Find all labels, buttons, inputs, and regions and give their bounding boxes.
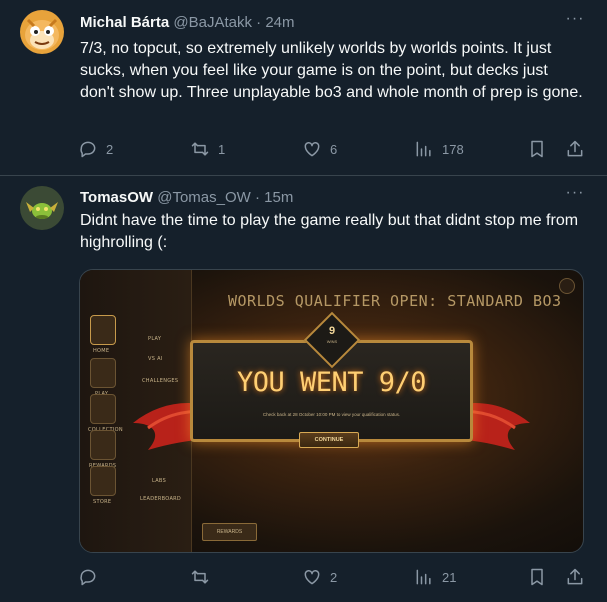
tweet-michal-barta[interactable]: Michal Bárta @BaJAtakk · 24m ··· 7/3, no… xyxy=(0,0,607,176)
tweet-media-image[interactable]: HOME PLAY COLLECTION REWARDS STORE PLAY … xyxy=(79,269,584,553)
creature-avatar-icon xyxy=(20,186,64,230)
bookmark-button[interactable] xyxy=(527,137,547,161)
rewards-button: REWARDS xyxy=(202,523,257,541)
game-side-home: HOME xyxy=(93,348,110,354)
bookmark-icon xyxy=(531,568,543,586)
repost-button[interactable]: 1 xyxy=(190,137,225,161)
game-rewards-icon xyxy=(90,430,116,460)
views-icon xyxy=(416,569,431,585)
share-button[interactable] xyxy=(565,565,585,589)
game-home-icon xyxy=(90,315,116,345)
game-store-icon xyxy=(90,466,116,496)
game-side-store: STORE xyxy=(93,499,112,505)
heart-icon xyxy=(304,141,320,157)
like-button[interactable]: 6 xyxy=(302,137,337,161)
repost-count: 1 xyxy=(218,141,226,157)
avatar[interactable] xyxy=(20,186,64,230)
game-menu-challenges: CHALLENGES xyxy=(142,378,179,384)
tweet-tomasow[interactable]: TomasOW @Tomas_OW · 15m ··· Didnt have t… xyxy=(0,176,607,602)
qualification-subtext: Check back at 28 October 10:00 PM to vie… xyxy=(262,412,401,417)
like-count: 6 xyxy=(330,141,338,157)
heart-icon xyxy=(304,569,320,585)
cartoon-face-avatar-icon xyxy=(20,10,64,54)
game-menu-play: PLAY xyxy=(148,336,162,342)
reply-button[interactable] xyxy=(78,565,106,589)
avatar[interactable] xyxy=(20,10,64,54)
tweet-actions: 2 1 6 178 xyxy=(78,137,588,161)
author-name[interactable]: TomasOW xyxy=(80,189,153,206)
author-handle[interactable]: @BaJAtakk xyxy=(173,14,252,31)
repost-icon xyxy=(191,570,209,584)
game-collection-icon xyxy=(90,394,116,424)
bookmark-icon xyxy=(531,140,543,158)
repost-button[interactable] xyxy=(190,565,218,589)
tweet-text: 7/3, no topcut, so extremely unlikely wo… xyxy=(80,40,583,101)
result-text: YOU WENT 9/0 xyxy=(236,367,427,398)
game-menu-vs-ai: VS AI xyxy=(148,356,163,362)
tweet-actions: 2 21 xyxy=(78,565,588,589)
wins-label: WINS xyxy=(326,339,338,344)
bookmark-button[interactable] xyxy=(527,565,547,589)
reply-count: 2 xyxy=(106,141,114,157)
tweet-header: TomasOW @Tomas_OW · 15m xyxy=(80,188,293,208)
repost-icon xyxy=(191,142,209,156)
more-options-icon[interactable]: ··· xyxy=(565,185,585,208)
views-icon xyxy=(416,141,431,157)
share-icon xyxy=(567,140,583,157)
views-button[interactable]: 21 xyxy=(414,565,456,589)
timestamp[interactable]: 24m xyxy=(265,14,294,31)
tweet-header: Michal Bárta @BaJAtakk · 24m xyxy=(80,13,295,33)
separator-dot: · xyxy=(256,14,262,31)
separator-dot: · xyxy=(254,189,260,206)
game-menu-leaderboard: LEADERBOARD xyxy=(140,496,182,502)
view-count: 21 xyxy=(442,569,457,585)
like-count: 2 xyxy=(330,569,338,585)
author-handle[interactable]: @Tomas_OW xyxy=(157,189,251,206)
game-play-icon xyxy=(90,358,116,388)
timestamp[interactable]: 15m xyxy=(264,189,293,206)
reply-icon xyxy=(80,141,96,158)
views-button[interactable]: 178 xyxy=(414,137,464,161)
tweet-text: Didnt have the time to play the game rea… xyxy=(80,212,579,251)
game-menu-labs: LABS xyxy=(152,478,167,484)
game-event-title: WORLDS QUALIFIER OPEN: STANDARD BO3 xyxy=(228,292,562,310)
reply-icon xyxy=(80,569,96,586)
reply-button[interactable]: 2 xyxy=(78,137,113,161)
more-options-icon[interactable]: ··· xyxy=(565,11,585,34)
view-count: 178 xyxy=(442,141,464,157)
author-name[interactable]: Michal Bárta xyxy=(80,14,169,31)
continue-button: CONTINUE xyxy=(299,432,359,448)
share-icon xyxy=(567,568,583,585)
wins-number: 9 xyxy=(328,325,336,337)
share-button[interactable] xyxy=(565,137,585,161)
like-button[interactable]: 2 xyxy=(302,565,337,589)
